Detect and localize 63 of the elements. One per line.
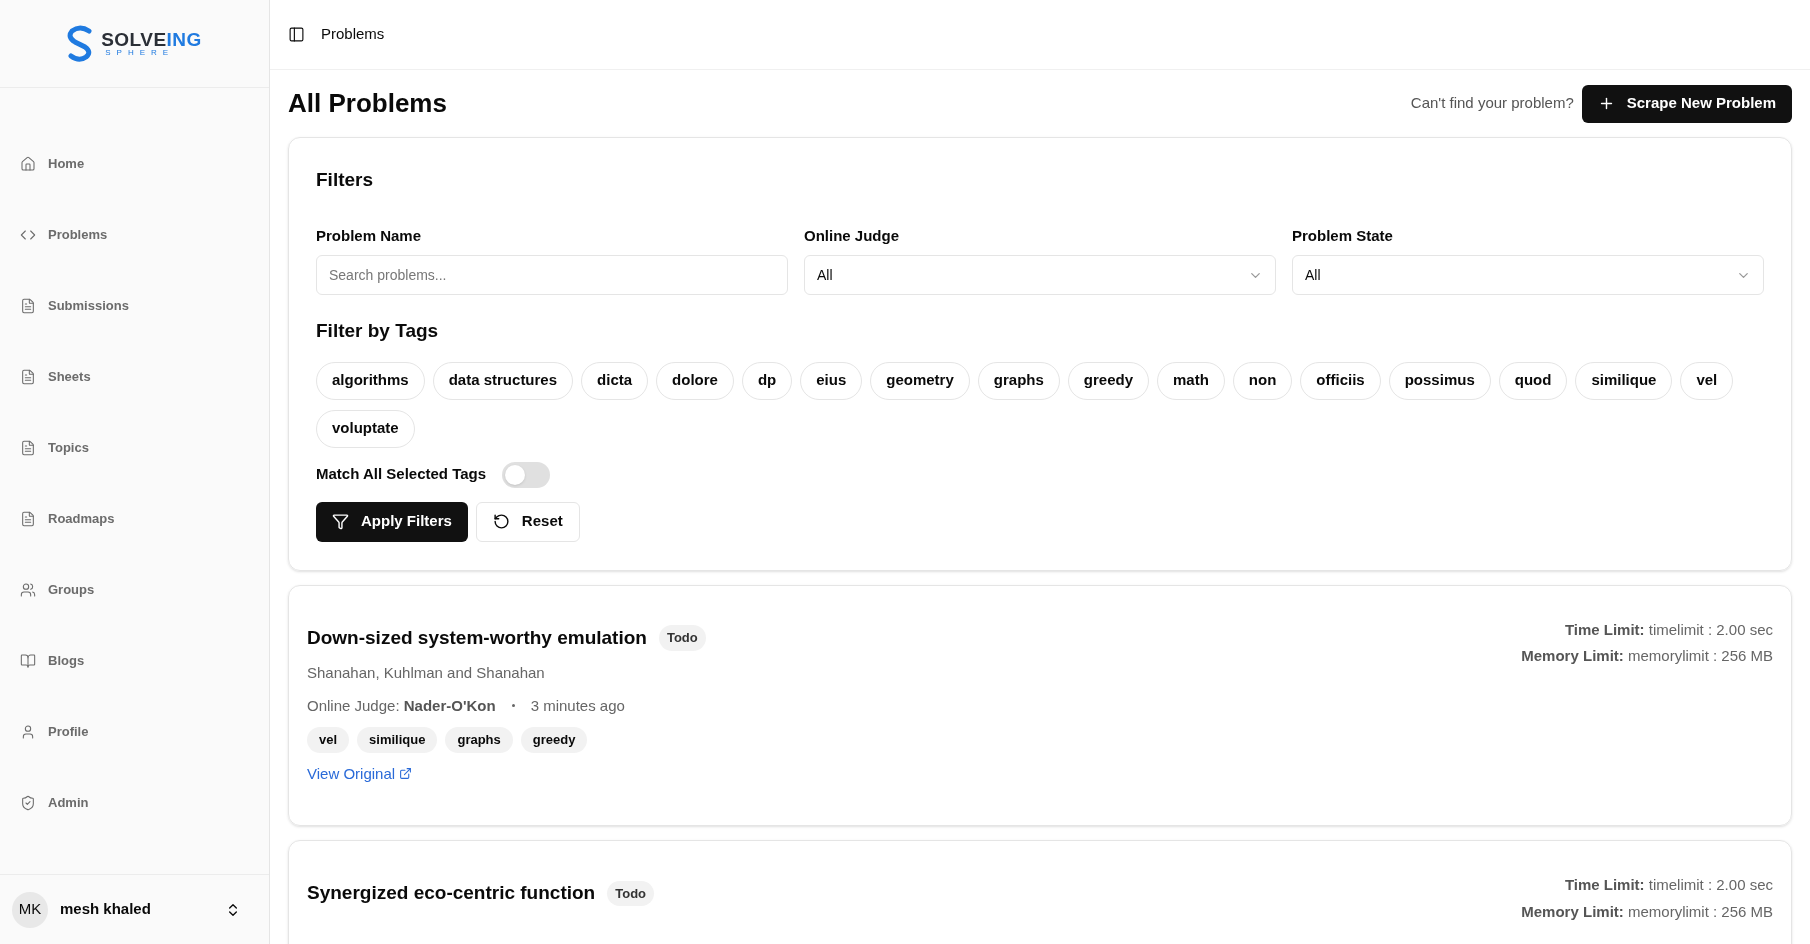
limit-text: Memory Limit: memorylimit : 256 MB: [1521, 901, 1773, 922]
filters-title: Filters: [316, 168, 375, 192]
problem-source: Shanahan, Kuhlman and Shanahan: [307, 663, 546, 683]
problem-tag: greedy: [520, 727, 588, 753]
user-icon: [20, 723, 36, 740]
problem-title[interactable]: Synergized eco-centric function: [307, 879, 596, 908]
user-menu[interactable]: MK mesh khaled: [0, 874, 269, 944]
problem-tag: vel: [307, 727, 350, 753]
external-link-icon: [399, 767, 413, 781]
problem-tag: graphs: [445, 727, 513, 753]
field-label: Problem Name: [316, 225, 423, 246]
status-badge: Todo: [607, 880, 655, 906]
sidebar-item[interactable]: Problems: [8, 199, 261, 270]
reset-button[interactable]: Reset: [475, 501, 580, 542]
field-label: Online Judge: [804, 225, 900, 246]
match-all-toggle[interactable]: [502, 461, 551, 488]
file-icon: [20, 297, 36, 314]
sidebar-toggle-icon[interactable]: [288, 26, 305, 43]
file-icon: [20, 368, 36, 385]
hint-text: Can't find your problem?: [1410, 93, 1574, 114]
problem-tag: similique: [357, 727, 438, 753]
file-icon: [20, 510, 36, 527]
filter-icon: [332, 513, 349, 530]
limit-text: Time Limit: timelimit : 2.00 sec: [1564, 619, 1773, 640]
online-judge: Online Judge: Nader-O'Kon: [307, 695, 496, 716]
view-original-link[interactable]: View Original: [307, 762, 706, 785]
book-icon: [20, 652, 36, 669]
tag-chip[interactable]: data structures: [432, 361, 574, 400]
sidebar-item[interactable]: Roadmaps: [8, 483, 261, 554]
logo-subtitle: SPHERE: [104, 49, 176, 57]
sidebar-item[interactable]: Sheets: [8, 341, 261, 412]
shield-icon: [20, 794, 36, 811]
sidebar-item[interactable]: Topics: [8, 412, 261, 483]
page-title: All Problems: [288, 87, 447, 120]
limit-text: Time Limit: timelimit : 2.00 sec: [1564, 875, 1773, 895]
user-avatar: MK: [12, 891, 48, 928]
sidebar-item[interactable]: Submissions: [8, 270, 261, 341]
home-icon: [20, 155, 36, 172]
sidebar-item[interactable]: Home: [8, 128, 261, 199]
select-field[interactable]: All: [1292, 255, 1764, 295]
breadcrumb: Problems: [321, 24, 385, 45]
scrape-button[interactable]: Scrape New Problem: [1581, 84, 1792, 123]
reset-icon: [492, 513, 510, 530]
toggle-label: Match All Selected Tags: [316, 464, 487, 485]
problem-title[interactable]: Down-sized system-worthy emulation: [307, 623, 647, 652]
sidebar-item[interactable]: Blogs: [8, 625, 261, 696]
limit-text: Memory Limit: memorylimit : 256 MB: [1521, 646, 1773, 666]
user-name: mesh khaled: [60, 899, 152, 920]
logo-icon: [67, 24, 94, 63]
file-icon: [20, 439, 36, 456]
logo-text-accent: ING: [166, 30, 202, 49]
sidebar-item[interactable]: Groups: [8, 554, 261, 625]
sidebar-item[interactable]: Profile: [8, 696, 261, 767]
apply-filters-button[interactable]: Apply Filters: [316, 501, 468, 542]
tags-title: Filter by Tags: [316, 319, 440, 343]
field-label: Problem State: [1292, 225, 1394, 246]
search-field[interactable]: Search problems...: [316, 255, 788, 295]
sidebar-item[interactable]: Admin: [8, 767, 261, 838]
users-icon: [20, 581, 36, 598]
select-field[interactable]: All: [804, 255, 1276, 295]
time-ago: 3 minutes ago: [530, 695, 625, 716]
status-badge: Todo: [658, 625, 706, 651]
logo-text: SOLVE: [101, 30, 167, 49]
